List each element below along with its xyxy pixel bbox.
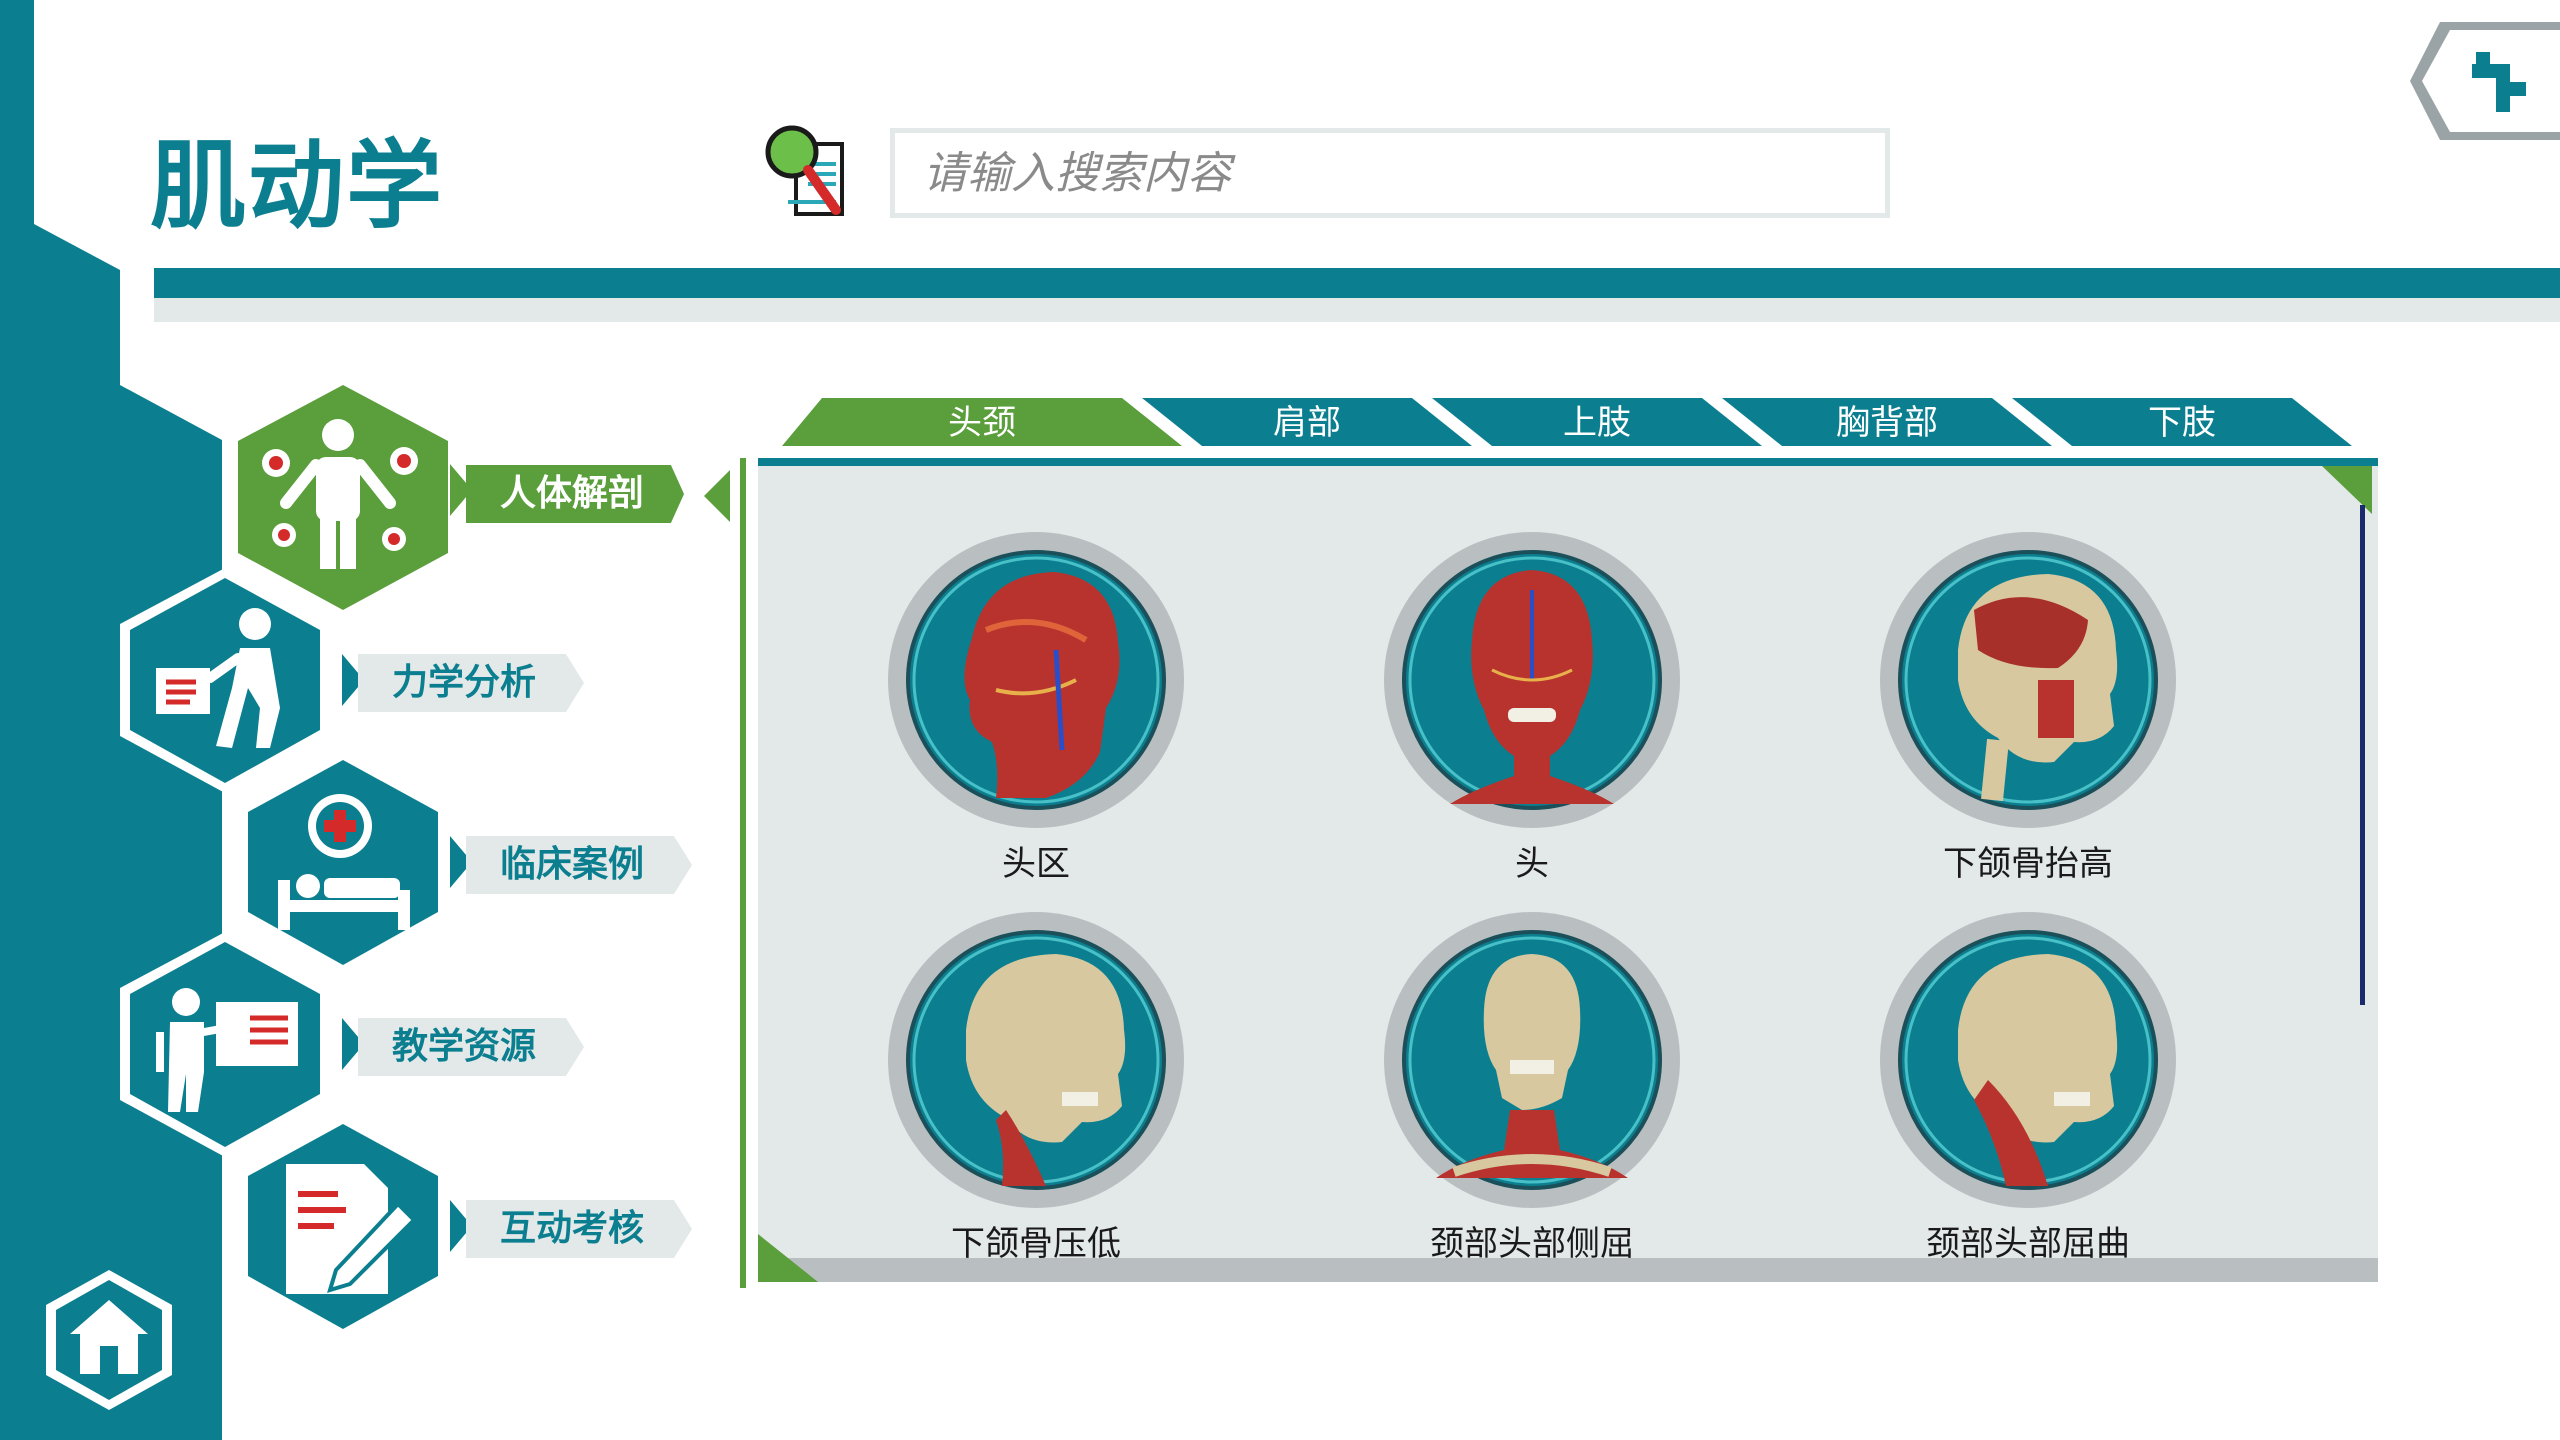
card-label: 颈部头部屈曲	[1926, 1224, 2130, 1264]
head-muscles-side-icon	[888, 532, 1184, 828]
skull-neck-flexion-icon	[1880, 912, 2176, 1208]
card-head[interactable]: 头	[1332, 530, 1732, 890]
nav-hex-assessment[interactable]	[238, 1114, 448, 1339]
panel-corner-accent	[758, 1234, 818, 1282]
search-icon[interactable]	[758, 122, 858, 232]
nav-item-human-anatomy[interactable]: 人体解剖	[466, 465, 684, 523]
card-label: 颈部头部侧屈	[1430, 1224, 1634, 1264]
head-muscles-front-icon	[1384, 532, 1680, 828]
nav-item-assessment[interactable]: 互动考核	[466, 1200, 692, 1258]
skull-front-neck-icon	[1384, 912, 1680, 1208]
home-button[interactable]	[46, 1270, 172, 1410]
card-neck-flexion[interactable]: 颈部头部屈曲	[1828, 910, 2228, 1270]
card-label: 下颌骨压低	[951, 1224, 1121, 1264]
search-input[interactable]	[890, 128, 1890, 218]
panel-top-border	[758, 458, 2378, 466]
tab-head-neck[interactable]: 头颈	[782, 398, 1182, 446]
tab-shoulder[interactable]: 肩部	[1142, 398, 1472, 446]
nav-item-mechanics[interactable]: 力学分析	[358, 654, 584, 712]
tab-upper-limb[interactable]: 上肢	[1432, 398, 1762, 446]
skull-neck-muscles-icon	[888, 912, 1184, 1208]
page-title: 肌动学	[150, 130, 444, 242]
panel-corner-accent-top	[2322, 466, 2372, 514]
card-label: 下颌骨抬高	[1943, 844, 2113, 884]
card-label: 头区	[1002, 844, 1070, 884]
header-divider-shadow	[154, 298, 2560, 322]
card-mandible-depression[interactable]: 下颌骨压低	[836, 910, 1236, 1270]
card-head-region[interactable]: 头区	[836, 530, 1236, 890]
tab-lower-limb[interactable]: 下肢	[2012, 398, 2352, 446]
card-neck-lateral-flexion[interactable]: 颈部头部侧屈	[1332, 910, 1732, 1270]
card-mandible-elevation[interactable]: 下颌骨抬高	[1828, 530, 2228, 890]
tab-chest-back[interactable]: 胸背部	[1722, 398, 2052, 446]
card-label: 头	[1515, 844, 1549, 884]
nav-item-clinical[interactable]: 临床案例	[466, 836, 692, 894]
scrollbar[interactable]	[2360, 505, 2365, 1005]
skull-masseter-icon	[1880, 532, 2176, 828]
nav-item-teaching[interactable]: 教学资源	[358, 1018, 584, 1076]
category-tabs: 头颈 肩部 上肢 胸背部 下肢	[782, 398, 2352, 446]
nav-selection-indicator	[704, 470, 730, 522]
panel-left-accent	[740, 458, 746, 1288]
crop-icon[interactable]	[2410, 22, 2560, 140]
header-divider-bar	[154, 268, 2560, 298]
